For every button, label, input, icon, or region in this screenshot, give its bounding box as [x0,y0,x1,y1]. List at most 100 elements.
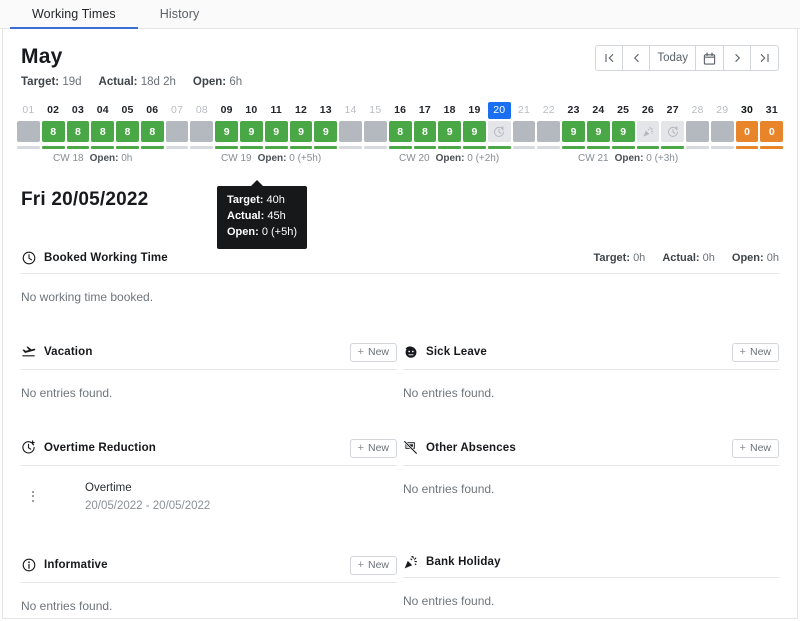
calendar-day-number[interactable]: 28 [686,102,709,121]
calendar-day-number[interactable]: 01 [17,102,40,121]
calendar-day-cell[interactable] [487,121,511,143]
calendar-day-number[interactable]: 23 [562,102,585,121]
day-number-19[interactable]: 19 [463,102,486,121]
day-bar-10[interactable]: 9 [240,121,263,143]
calendar-day-number[interactable]: 07 [166,102,189,121]
calendar-day-cell[interactable]: 9 [314,121,338,143]
day-number-28[interactable]: 28 [686,102,709,121]
calendar-day-number[interactable]: 19 [463,102,486,121]
calendar-day-number[interactable]: 16 [389,102,412,121]
calendar-day-cell[interactable]: 9 [438,121,462,143]
calendar-day-cell[interactable]: 8 [91,121,115,143]
day-bar-26[interactable] [636,121,660,143]
calendar-day-number[interactable]: 03 [67,102,90,121]
previous-period-button[interactable] [623,46,651,70]
day-bar-11[interactable]: 9 [264,121,288,143]
next-period-button[interactable] [724,46,751,70]
calendar-day-number[interactable]: 17 [414,102,437,121]
first-period-button[interactable] [596,46,624,70]
calendar-day-cell[interactable] [710,121,734,143]
day-bar-27[interactable] [661,121,685,143]
overtime-reduction-new-button[interactable]: + New [349,438,397,458]
day-number-08[interactable]: 08 [190,102,213,121]
calendar-day-number[interactable]: 30 [736,102,759,121]
day-bar-29[interactable] [710,121,734,143]
tab-history[interactable]: History [138,0,222,28]
day-number-22[interactable]: 22 [537,102,560,121]
day-bar-07[interactable] [165,121,189,143]
day-number-04[interactable]: 04 [91,102,114,121]
calendar-day-number[interactable]: 02 [42,102,65,121]
day-number-25[interactable]: 25 [612,102,635,121]
day-bar-18[interactable]: 9 [438,121,462,143]
day-bar-16[interactable]: 8 [388,121,412,143]
calendar-day-cell[interactable] [636,121,660,143]
day-number-21[interactable]: 21 [513,102,536,121]
day-number-17[interactable]: 17 [414,102,437,121]
day-bar-28[interactable] [686,121,709,143]
calendar-day-cell[interactable] [661,121,685,143]
calendar-day-number[interactable]: 20 [487,102,511,121]
calendar-day-number[interactable]: 15 [364,102,387,121]
day-number-03[interactable]: 03 [67,102,90,121]
day-bar-12[interactable]: 9 [289,121,313,143]
day-number-23[interactable]: 23 [562,102,585,121]
day-number-26[interactable]: 26 [637,102,660,121]
day-bar-21[interactable] [512,121,536,143]
day-bar-24[interactable]: 9 [586,121,610,143]
calendar-day-cell[interactable]: 9 [586,121,610,143]
calendar-day-number[interactable]: 13 [314,102,337,121]
calendar-day-cell[interactable] [165,121,189,143]
calendar-day-cell[interactable]: 9 [215,121,239,143]
day-number-24[interactable]: 24 [587,102,610,121]
day-bar-17[interactable]: 8 [413,121,437,143]
calendar-day-number[interactable]: 04 [91,102,114,121]
day-number-20[interactable]: 20 [487,102,511,120]
calendar-day-cell[interactable] [686,121,709,143]
calendar-day-cell[interactable]: 0 [760,121,784,143]
day-bar-23[interactable]: 9 [562,121,585,143]
calendar-day-number[interactable]: 09 [215,102,238,121]
calendar-day-cell[interactable]: 9 [289,121,313,143]
day-number-12[interactable]: 12 [290,102,313,121]
entry-menu-icon[interactable] [21,490,43,502]
calendar-day-cell[interactable]: 9 [463,121,486,143]
day-bar-19[interactable]: 9 [463,121,486,143]
date-picker-button[interactable] [696,46,724,70]
day-number-07[interactable]: 07 [166,102,189,121]
calendar-day-number[interactable]: 08 [190,102,213,121]
calendar-day-number[interactable]: 12 [290,102,313,121]
day-bar-05[interactable]: 8 [116,121,139,143]
day-number-29[interactable]: 29 [711,102,734,121]
last-period-button[interactable] [751,46,778,70]
today-button[interactable]: Today [650,46,696,70]
calendar-day-number[interactable]: 26 [637,102,660,121]
calendar-day-number[interactable]: 22 [537,102,560,121]
calendar-day-number[interactable]: 11 [265,102,288,121]
day-bar-06[interactable]: 8 [140,121,164,143]
calendar-day-number[interactable]: 10 [240,102,263,121]
calendar-day-cell[interactable]: 9 [562,121,585,143]
other-absences-new-button[interactable]: + New [731,438,779,458]
day-bar-09[interactable]: 9 [215,121,239,143]
day-number-27[interactable]: 27 [661,102,684,121]
day-number-14[interactable]: 14 [339,102,362,121]
calendar-day-cell[interactable]: 9 [240,121,263,143]
day-number-13[interactable]: 13 [314,102,337,121]
day-number-01[interactable]: 01 [17,102,40,121]
calendar-day-cell[interactable]: 8 [66,121,90,143]
calendar-day-cell[interactable] [17,121,40,143]
day-bar-30[interactable]: 0 [735,121,759,143]
calendar-day-number[interactable]: 18 [438,102,461,121]
calendar-day-cell[interactable] [363,121,387,143]
calendar-day-number[interactable]: 06 [141,102,164,121]
day-bar-13[interactable]: 9 [314,121,338,143]
calendar-day-number[interactable]: 25 [612,102,635,121]
informative-new-button[interactable]: + New [349,555,397,575]
calendar-day-cell[interactable]: 0 [735,121,759,143]
day-number-02[interactable]: 02 [42,102,65,121]
list-item[interactable]: Overtime 20/05/2022 - 20/05/2022 [21,466,397,517]
day-number-11[interactable]: 11 [265,102,288,121]
tab-working-times[interactable]: Working Times [10,0,138,29]
day-bar-25[interactable]: 9 [611,121,635,143]
